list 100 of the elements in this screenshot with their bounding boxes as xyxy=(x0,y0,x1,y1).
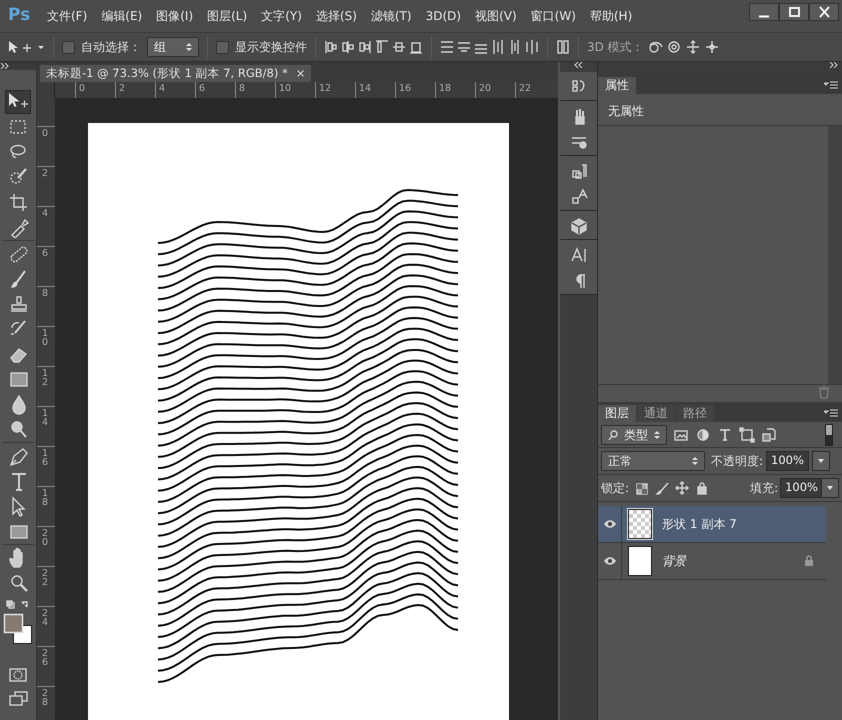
auto-select-checkbox[interactable] xyxy=(62,40,75,54)
fill-dropdown-button[interactable] xyxy=(821,478,839,498)
rotate-3d-icon[interactable] xyxy=(704,39,720,55)
color-swatches-icon[interactable] xyxy=(3,613,33,645)
updown-icon xyxy=(692,455,698,467)
opacity-dropdown-button[interactable] xyxy=(812,451,830,471)
fill-field[interactable]: 100% xyxy=(780,478,823,498)
ruler-label: 10 xyxy=(42,329,48,347)
ruler-label: 20 xyxy=(475,82,515,98)
move-tool-icon[interactable] xyxy=(6,39,34,55)
ruler-label: 12 xyxy=(315,82,355,98)
panel-tab[interactable]: 属性 xyxy=(598,77,636,94)
auto-select-dropdown[interactable]: 组 xyxy=(147,37,199,57)
panel-tab[interactable]: 图层 xyxy=(598,405,636,422)
properties-text: 无属性 xyxy=(598,94,842,126)
collapse-icon[interactable] xyxy=(574,62,584,68)
lock-label: 锁定: xyxy=(601,480,630,497)
ruler-label: 24 xyxy=(42,609,48,627)
ruler-label: 14 xyxy=(355,82,395,98)
app-logo: Ps xyxy=(7,4,32,28)
distribute-icon[interactable] xyxy=(525,39,539,55)
ruler-label: 20 xyxy=(42,529,48,547)
close-button[interactable] xyxy=(809,3,839,21)
panel-menu-icon[interactable] xyxy=(824,80,838,90)
ruler-label: 26 xyxy=(42,649,48,667)
cube-icon[interactable] xyxy=(570,217,588,235)
character-styles-icon[interactable] xyxy=(570,188,588,206)
panel-tab[interactable]: 通道 xyxy=(637,405,675,422)
expand-icon[interactable] xyxy=(829,62,839,68)
menu-item[interactable]: 图像(I) xyxy=(149,7,200,25)
caret-icon xyxy=(827,486,833,490)
panel-tab[interactable]: 路径 xyxy=(676,405,714,422)
shape-filter-icon[interactable] xyxy=(739,426,755,442)
scrollbar[interactable] xyxy=(828,126,842,384)
rotate-3d-icon[interactable] xyxy=(684,39,701,55)
ruler-label: 22 xyxy=(515,82,555,98)
menu-item[interactable]: 文件(F) xyxy=(40,7,94,25)
menu-item[interactable]: 视图(V) xyxy=(468,7,524,25)
menu-item[interactable]: 帮助(H) xyxy=(582,7,640,25)
ruler-label: 8 xyxy=(235,82,275,98)
menu-item[interactable]: 窗口(W) xyxy=(524,7,583,25)
ruler-label: 18 xyxy=(42,489,48,507)
eye-icon[interactable] xyxy=(602,519,616,529)
smart-object-filter-icon[interactable] xyxy=(761,426,777,442)
show-transform-label: 显示变换控件 xyxy=(235,39,307,56)
opacity-field[interactable]: 100% xyxy=(766,451,809,471)
distribute-icon[interactable] xyxy=(491,39,505,55)
expand-icon[interactable] xyxy=(0,63,10,69)
menu-item[interactable]: 选择(S) xyxy=(308,7,364,25)
eye-icon[interactable] xyxy=(602,556,616,566)
blend-mode-dropdown[interactable]: 正常 xyxy=(601,451,705,471)
ruler-label: 4 xyxy=(155,82,195,98)
type-filter-icon[interactable] xyxy=(717,426,733,442)
lock-brush-icon[interactable] xyxy=(655,481,670,495)
auto-align-icon[interactable] xyxy=(556,39,570,55)
filter-toggle[interactable] xyxy=(825,424,833,446)
layer-row[interactable]: 形状 1 副本 7 xyxy=(598,506,826,543)
menu-item[interactable]: 编辑(E) xyxy=(94,7,150,25)
ruler-label: 28 xyxy=(42,689,48,707)
quick-mask-icon[interactable] xyxy=(7,667,29,683)
ruler-label: 14 xyxy=(42,409,48,427)
distribute-icon[interactable] xyxy=(440,39,454,55)
close-icon xyxy=(818,6,830,18)
align-icon[interactable] xyxy=(358,39,372,55)
clone-source-icon[interactable] xyxy=(570,162,588,180)
layer-name[interactable]: 形状 1 副本 7 xyxy=(662,515,737,533)
auto-select-label: 自动选择： xyxy=(81,39,141,56)
align-icon[interactable] xyxy=(341,39,355,55)
menu-item[interactable]: 滤镜(T) xyxy=(364,7,419,25)
layer-name[interactable]: 背景 xyxy=(662,552,686,570)
align-icon[interactable] xyxy=(324,39,338,55)
ruler-label: 2 xyxy=(42,169,48,178)
lock-icon[interactable] xyxy=(804,555,814,567)
tab-close-button[interactable]: × xyxy=(296,64,306,82)
screen-mode-icon[interactable] xyxy=(7,691,29,707)
character-icon[interactable] xyxy=(570,246,588,264)
show-transform-checkbox[interactable] xyxy=(216,40,229,54)
menu-item[interactable]: 文字(Y) xyxy=(254,7,309,25)
layer-thumbnail xyxy=(628,509,652,539)
lock-transparency-icon[interactable] xyxy=(635,481,650,495)
rotate-3d-icon[interactable] xyxy=(646,39,663,55)
adjustment-filter-icon[interactable] xyxy=(695,426,711,442)
search-icon xyxy=(608,428,618,440)
menu-item[interactable]: 3D(D) xyxy=(418,7,468,25)
align-icon[interactable] xyxy=(375,39,389,55)
layer-row[interactable]: 背景 xyxy=(598,543,826,580)
updown-icon xyxy=(654,428,660,440)
document-tab[interactable]: 未标题-1 @ 73.3% (形状 1 副本 7, RGB/8) * × xyxy=(40,65,312,82)
menu-item[interactable]: 图层(L) xyxy=(200,7,254,25)
caret-icon xyxy=(818,459,824,463)
panel-menu-icon[interactable] xyxy=(824,408,838,418)
tool-button[interactable] xyxy=(5,90,31,114)
rotate-3d-icon[interactable] xyxy=(666,39,682,55)
maximize-button[interactable] xyxy=(779,3,809,21)
minimize-button[interactable] xyxy=(749,3,779,21)
filter-dropdown[interactable]: 类型 xyxy=(601,424,667,444)
ruler-label: 10 xyxy=(275,82,315,98)
lock-move-icon[interactable] xyxy=(675,481,690,495)
minimize-icon xyxy=(758,14,770,18)
lock-all-icon[interactable] xyxy=(695,481,710,495)
